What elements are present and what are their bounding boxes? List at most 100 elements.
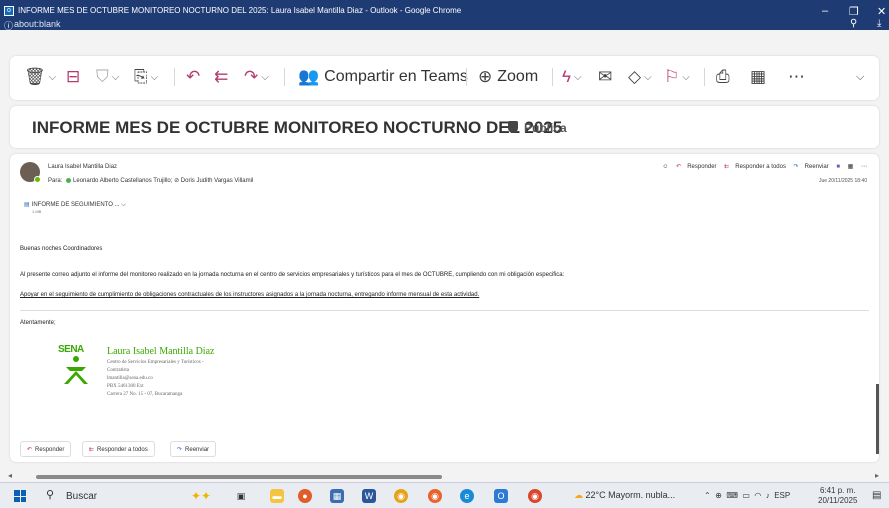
greeting: Buenas noches Coordinadores	[20, 246, 103, 252]
horizontal-scrollbar[interactable]: ◂ ▸	[0, 470, 889, 482]
reply-all-button[interactable]: ⇇	[214, 66, 228, 88]
clock[interactable]: 6:41 p. m. 20/11/2025	[818, 486, 857, 506]
envelope-icon: ✉	[598, 67, 613, 86]
file-explorer-icon[interactable]: ▬	[270, 489, 284, 503]
scrollbar-thumb[interactable]	[36, 475, 442, 479]
grid-icon[interactable]: ▦	[848, 164, 854, 170]
download-icon[interactable]: ⤓	[877, 18, 881, 29]
signature-line: PBX 5461300 Ext	[107, 384, 144, 389]
address-bar[interactable]: about:blank	[14, 19, 61, 29]
scroll-left-icon[interactable]: ◂	[8, 471, 12, 480]
chevron-down-icon[interactable]: ⌵	[151, 72, 159, 83]
zoom-button[interactable]: ⊕ Zoom	[478, 66, 538, 88]
more-icon: ⋯	[788, 67, 805, 86]
more-icon[interactable]: ⋯	[861, 164, 867, 170]
recipient-1[interactable]: Leonardo Alberto Castellanos Trujillo;	[73, 178, 172, 184]
avatar[interactable]	[20, 162, 41, 183]
windows-start-icon[interactable]	[14, 490, 26, 502]
mark-read-button[interactable]: ✉	[598, 66, 612, 88]
word-icon[interactable]: W	[362, 489, 376, 503]
outlook-icon: o	[4, 6, 14, 16]
reply-button[interactable]: ↶	[186, 66, 200, 88]
reply-all-link[interactable]: Responder a todos	[735, 164, 786, 170]
edge-icon[interactable]: e	[460, 489, 474, 503]
store-icon[interactable]: ●	[298, 489, 312, 503]
reply-label: Responder	[35, 447, 65, 453]
reply-all-button[interactable]: ⇇ Responder a todos	[82, 441, 155, 457]
print-button[interactable]: ⎙	[716, 66, 730, 88]
sender-name[interactable]: Laura Isabel Mantilla Diaz	[48, 164, 117, 170]
reply-button[interactable]: ↶ Responder	[20, 441, 72, 457]
wifi-icon[interactable]: ◠	[754, 491, 761, 500]
forward-button[interactable]: ↷ Reenviar	[170, 441, 217, 457]
sparkle-icon[interactable]: ✦✦	[186, 489, 216, 503]
apps-button[interactable]: ▦	[750, 66, 766, 88]
restore-button[interactable]: ❐	[849, 5, 859, 18]
sena-symbol-icon	[64, 356, 88, 384]
display-icon[interactable]: ▭	[742, 491, 750, 500]
quick-steps-button[interactable]: ϟ ⌵	[562, 66, 582, 88]
subject-bar: INFORME MES DE OCTUBRE MONITOREO NOCTURN…	[10, 106, 879, 148]
reply-link[interactable]: Responder	[687, 164, 716, 170]
chevron-down-icon[interactable]: ⌵	[574, 72, 582, 83]
recipients: Para: Leonardo Alberto Castellanos Truji…	[48, 177, 253, 184]
vertical-scrollbar[interactable]	[876, 384, 879, 454]
report-button[interactable]: ⛉ ⌵	[96, 66, 119, 88]
chevron-down-icon[interactable]: ⌵	[112, 72, 120, 83]
email-subject: INFORME MES DE OCTUBRE MONITOREO NOCTURN…	[32, 118, 563, 137]
signature-email[interactable]: lmantilla@sena.edu.co	[107, 376, 153, 381]
archive-icon: ⊟	[66, 67, 81, 86]
outlook-icon[interactable]: O	[494, 489, 508, 503]
move-button[interactable]: ⎘ ⌵	[134, 66, 158, 88]
info-icon[interactable]: ⓘ	[4, 19, 13, 32]
teams-button[interactable]: 👥 Compartir en Teams	[298, 66, 468, 88]
firefox-icon[interactable]: ◉	[428, 489, 442, 503]
expand-ribbon-button[interactable]: ⌵	[856, 66, 864, 88]
notification-icon[interactable]: ▤	[872, 490, 881, 501]
task-view-icon[interactable]: ▣	[234, 489, 248, 503]
archive-button[interactable]: ⊟	[66, 66, 80, 88]
scroll-right-icon[interactable]: ▸	[875, 471, 879, 480]
chevron-down-icon[interactable]: ⌵	[682, 72, 690, 83]
system-tray[interactable]: ⌃ ⊕ ⌨ ▭ ◠ ♪ ESP	[704, 491, 790, 500]
forward-icon: ↷	[177, 447, 183, 453]
forward-link[interactable]: Reenviar	[805, 164, 829, 170]
attachment[interactable]: ▤ INFORME DE SEGUIMIENTO ... ⌵ 1 MB	[24, 201, 126, 214]
chevron-down-icon[interactable]: ⌵	[644, 72, 652, 83]
flag-button[interactable]: ⚐ ⌵	[664, 66, 690, 88]
keyboard-icon[interactable]: ⌨	[726, 491, 738, 500]
more-button[interactable]: ⋯	[788, 66, 805, 88]
clock-date: 20/11/2025	[818, 496, 858, 505]
forward-icon: ↷	[793, 164, 799, 170]
signature-name: Laura Isabel Mantilla Diaz	[107, 346, 215, 357]
calculator-icon[interactable]: ▦	[330, 489, 344, 503]
presence-icon	[34, 176, 41, 183]
emoji-icon[interactable]: ☺	[662, 164, 668, 170]
chevron-up-icon[interactable]: ⌃	[704, 491, 711, 500]
weather-icon: ☁	[574, 490, 583, 500]
chevron-down-icon[interactable]: ⌵	[261, 72, 269, 83]
zoom-icon[interactable]: ⚲	[850, 18, 857, 29]
chevron-down-icon[interactable]: ⌵	[121, 202, 126, 208]
language-indicator[interactable]: ESP	[774, 491, 790, 500]
minimize-button[interactable]: –	[822, 5, 828, 17]
forward-button[interactable]: ↷ ⌵	[244, 66, 269, 88]
volume-icon[interactable]: ♪	[766, 491, 770, 500]
delete-button[interactable]: 🗑 ⌵	[24, 66, 56, 88]
close-button[interactable]: ✕	[877, 5, 886, 18]
recipient-2[interactable]: Doris Judith Vargas Villamil	[181, 178, 253, 184]
chrome-active-icon[interactable]: ◉	[528, 489, 542, 503]
clock-time: 6:41 p. m.	[819, 486, 856, 495]
teams-icon: 👥	[298, 67, 320, 86]
weather-widget[interactable]: ☁ 22°C Mayorm. nubla...	[574, 490, 675, 501]
chevron-down-icon[interactable]: ⌵	[49, 72, 57, 83]
divider	[704, 68, 705, 86]
categorize-button[interactable]: ◇ ⌵	[628, 66, 652, 88]
taskbar-search[interactable]: ⚲ Buscar	[40, 487, 180, 505]
reply-all-label: Responder a todos	[97, 447, 148, 453]
network-icon[interactable]: ⊕	[715, 491, 722, 500]
chrome-icon[interactable]: ◉	[394, 489, 408, 503]
reply-all-icon: ⇇	[724, 164, 730, 170]
attachment-size: 1 MB	[32, 209, 42, 214]
teams-icon[interactable]: ■	[836, 164, 840, 170]
